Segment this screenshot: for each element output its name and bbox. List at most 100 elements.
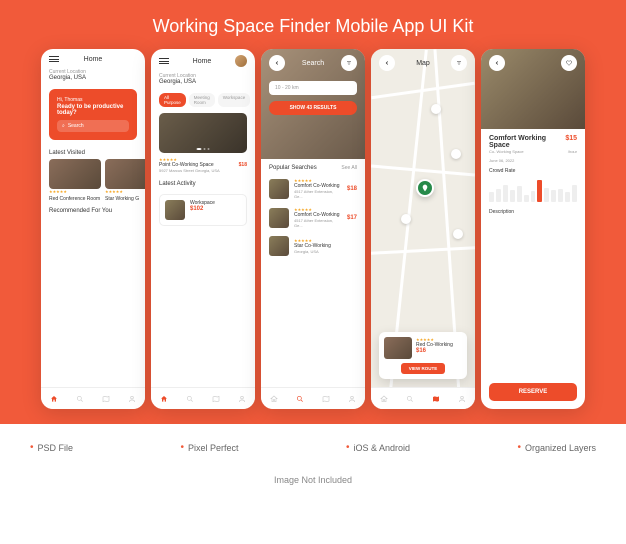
header-title: Map [416,60,430,67]
map-marker-icon[interactable] [431,104,441,114]
nav-profile-icon[interactable] [126,393,138,405]
nav-search-icon[interactable] [404,393,416,405]
location-value[interactable]: Georgia, USA [41,75,145,85]
feature-item: Pixel Perfect [180,442,238,453]
nav-map-icon[interactable] [430,393,442,405]
avatar[interactable] [235,55,247,67]
chart-bar[interactable] [544,188,549,202]
result-price: $18 [347,186,357,192]
result-thumbnail [269,236,289,256]
nav-map-icon[interactable] [100,393,112,405]
detail-subtitle: Co- Working Space [489,149,524,154]
popup-price: $16 [416,348,462,354]
nav-home-icon[interactable] [158,393,170,405]
hero-card: Hi, Thomas Ready to be productive today?… [49,89,137,140]
space-card[interactable]: ★★★★★ Star Working G [105,159,145,202]
phone-screens-row: Home Current Location Georgia, USA Hi, T… [0,49,626,409]
search-result-item[interactable]: ★★★★★ Star Co-Working Georgia, USA [261,232,365,260]
chart-bar[interactable] [517,186,522,202]
chart-bar[interactable] [496,189,501,202]
map-marker-icon[interactable] [401,214,411,224]
view-route-button[interactable]: VIEW ROUTE [401,363,446,374]
feature-item: iOS & Android [346,442,410,453]
price-unit: /hour [568,149,577,154]
distance-input[interactable]: 10 - 20 km [269,81,357,95]
activity-price: $102 [190,206,241,212]
back-button[interactable] [269,55,285,71]
result-address: 4517 Ather Extension, Ge... [294,218,342,228]
crowd-rate-chart [489,176,577,204]
nav-home-icon[interactable] [268,393,280,405]
features-band: PSD File Pixel Perfect iOS & Android Org… [0,424,626,544]
nav-home-icon[interactable] [48,393,60,405]
menu-icon[interactable] [49,55,59,63]
greeting: Hi, Thomas [57,97,129,103]
nav-home-icon[interactable] [378,393,390,405]
nav-search-icon[interactable] [74,393,86,405]
chart-bar[interactable] [572,185,577,202]
features-list: PSD File Pixel Perfect iOS & Android Org… [30,442,596,453]
nav-profile-icon[interactable] [236,393,248,405]
nav-map-icon[interactable] [320,393,332,405]
header-title: Home [84,56,103,63]
favorite-button[interactable] [561,55,577,71]
cta-text: Ready to be productive today? [57,104,129,116]
space-name: Star Working G [105,196,145,202]
feature-item: Organized Layers [517,442,596,453]
bottom-nav [41,387,145,409]
map-marker-icon[interactable] [451,149,461,159]
crowd-rate-label: Crowd Rate [489,168,577,174]
chip-workspace[interactable]: Workspace [218,93,250,107]
chart-bar[interactable] [565,192,570,202]
rating-stars: ★★★★★ [49,189,101,194]
filter-button[interactable] [341,55,357,71]
chart-bar[interactable] [524,195,529,202]
bottom-nav [261,387,365,409]
feature-item: PSD File [30,442,73,453]
filter-chips: All Purpose Meeting Room Workspace [151,89,255,111]
nav-search-icon[interactable] [184,393,196,405]
space-name: Red Conference Room [49,196,101,202]
space-card[interactable]: ★★★★★ Red Conference Room [49,159,101,202]
chart-bar[interactable] [503,185,508,202]
back-button[interactable] [379,55,395,71]
listing-price: $18 [239,162,247,168]
nav-profile-icon[interactable] [456,393,468,405]
chart-bar[interactable] [558,189,563,202]
nav-profile-icon[interactable] [346,393,358,405]
search-icon: ⌕ [62,123,65,129]
activity-card[interactable]: Workspace $102 [159,194,247,226]
chart-bar[interactable] [531,191,536,202]
map-marker-icon[interactable] [453,229,463,239]
chart-bar[interactable] [510,190,515,202]
chart-bar[interactable] [551,190,556,202]
popup-thumbnail [384,337,412,359]
search-result-item[interactable]: ★★★★★ Comfort Co-Working 4517 Ather Exte… [261,174,365,203]
filter-button[interactable] [451,55,467,71]
see-all-link[interactable]: See All [341,165,357,171]
back-button[interactable] [489,55,505,71]
space-thumbnail [49,159,101,189]
reserve-button[interactable]: RESERVE [489,383,577,401]
detail-hero-image [481,49,585,129]
chart-bar[interactable] [537,180,542,202]
search-result-item[interactable]: ★★★★★ Comfort Co-Working 4517 Ather Exte… [261,203,365,232]
screen-home-2: Home Current Location Georgia, USA All P… [151,49,255,409]
bottom-nav [151,387,255,409]
search-input[interactable]: ⌕ Search [57,120,129,132]
chip-meeting[interactable]: Meeting Room [189,93,215,107]
detail-title: Comfort Working Space [489,135,565,149]
chip-all[interactable]: All Purpose [159,93,186,107]
search-hero: Search 10 - 20 km SHOW 43 RESULTS [261,49,365,159]
nav-map-icon[interactable] [210,393,222,405]
map-pin-current[interactable] [416,179,434,197]
screen-home-1: Home Current Location Georgia, USA Hi, T… [41,49,145,409]
header-title: Home [193,58,212,65]
menu-icon[interactable] [159,57,169,65]
location-value[interactable]: Georgia, USA [151,79,255,89]
result-address: Georgia, USA [294,249,357,254]
show-results-button[interactable]: SHOW 43 RESULTS [269,101,357,115]
featured-image[interactable] [159,113,247,153]
nav-search-icon[interactable] [294,393,306,405]
chart-bar[interactable] [489,192,494,202]
